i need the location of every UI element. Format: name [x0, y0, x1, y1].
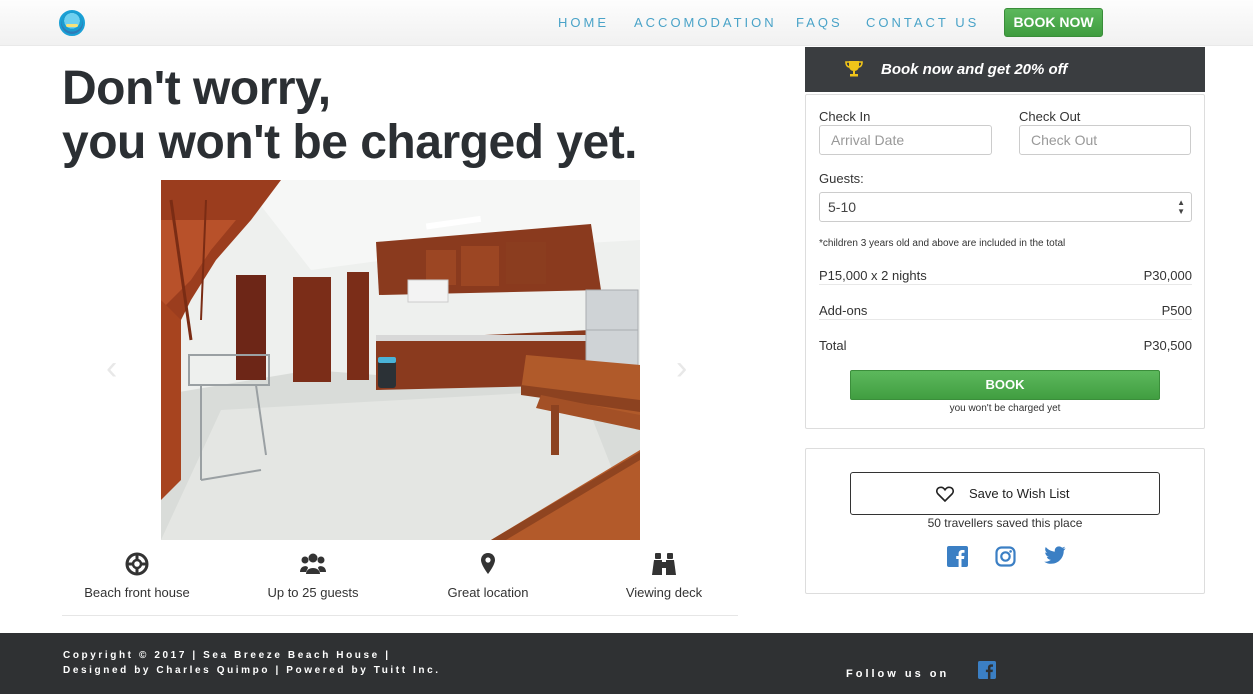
divider [819, 284, 1192, 285]
instagram-icon[interactable] [995, 546, 1016, 567]
feature-beach-front: Beach front house [57, 552, 217, 600]
rate-row: P15,000 x 2 nights P30,000 [819, 268, 1192, 283]
children-note: *children 3 years old and above are incl… [819, 238, 1066, 249]
navbar: HOME ACCOMODATION FAQS CONTACT US BOOK N… [0, 0, 1253, 46]
total-label: Total [819, 338, 847, 353]
feature-location: Great location [408, 552, 568, 600]
twitter-icon[interactable] [1044, 546, 1066, 565]
copyright: Copyright © 2017 | Sea Breeze Beach Hous… [63, 648, 441, 678]
check-in-label: Check In [819, 109, 871, 124]
trophy-icon [845, 61, 863, 77]
page-title-line-2: you won't be charged yet. [62, 116, 638, 169]
carousel-prev-arrow[interactable]: ‹ [106, 349, 117, 388]
select-caret-icon: ▲ ▼ [1177, 198, 1185, 216]
guests-label: Guests: [819, 171, 864, 186]
addons-value: P500 [1161, 303, 1192, 318]
feature-viewing-deck: Viewing deck [584, 552, 744, 600]
logo[interactable] [59, 10, 85, 36]
binoculars-icon [652, 553, 676, 575]
divider [62, 615, 738, 616]
addons-row: Add-ons P500 [819, 303, 1192, 318]
map-pin-icon [481, 553, 495, 574]
promo-banner: Book now and get 20% off [805, 47, 1205, 92]
follow-us-text: Follow us on [846, 668, 950, 680]
addons-label: Add-ons [819, 303, 868, 318]
booking-panel: Check In Arrival Date Check Out Check Ou… [805, 94, 1205, 429]
check-out-label: Check Out [1019, 109, 1081, 124]
check-out-input[interactable]: Check Out [1019, 125, 1191, 155]
total-value: P30,500 [1143, 338, 1192, 353]
divider [819, 319, 1192, 320]
feature-label: Great location [447, 585, 529, 600]
guests-value: 5-10 [828, 199, 857, 215]
total-row: Total P30,500 [819, 338, 1192, 353]
heart-icon [936, 486, 954, 502]
facebook-icon[interactable] [947, 546, 968, 567]
guests-select[interactable]: 5-10 ▲ ▼ [819, 192, 1192, 222]
carousel-next-arrow[interactable]: › [676, 349, 687, 388]
users-icon [300, 553, 326, 574]
check-in-input[interactable]: Arrival Date [819, 125, 992, 155]
wishlist-panel: Save to Wish List 50 travellers saved th… [805, 448, 1205, 594]
nav-link-contact-us[interactable]: CONTACT US [866, 15, 979, 30]
footer-facebook-icon[interactable] [978, 661, 996, 679]
lifebuoy-icon [125, 552, 149, 576]
feature-label: Beach front house [84, 585, 190, 600]
nav-link-faqs[interactable]: FAQS [796, 15, 843, 30]
book-button[interactable]: BOOK [850, 370, 1160, 400]
page-title-line-1: Don't worry, [62, 62, 331, 115]
feature-label: Up to 25 guests [267, 585, 359, 600]
nav-link-accomodation[interactable]: ACCOMODATION [634, 15, 777, 30]
carousel-photo [161, 180, 640, 540]
save-to-wishlist-button[interactable]: Save to Wish List [850, 472, 1160, 515]
footer: Copyright © 2017 | Sea Breeze Beach Hous… [0, 633, 1253, 694]
rate-label: P15,000 x 2 nights [819, 268, 927, 283]
kitchen-photo-illustration [161, 180, 640, 540]
promo-text: Book now and get 20% off [881, 61, 1068, 78]
book-note: you won't be charged yet [949, 403, 1061, 414]
nav-link-home[interactable]: HOME [558, 15, 609, 30]
page-title: Don't worry, you won't be charged yet. [62, 62, 638, 170]
feature-label: Viewing deck [625, 585, 703, 600]
wishlist-label: Save to Wish List [969, 486, 1070, 501]
saved-count: 50 travellers saved this place [927, 516, 1083, 530]
feature-guests: Up to 25 guests [233, 552, 393, 600]
rate-value: P30,000 [1143, 268, 1192, 283]
copyright-line-2: Designed by Charles Quimpo | Powered by … [63, 665, 441, 676]
book-now-button[interactable]: BOOK NOW [1004, 8, 1103, 37]
copyright-line-1: Copyright © 2017 | Sea Breeze Beach Hous… [63, 650, 391, 661]
